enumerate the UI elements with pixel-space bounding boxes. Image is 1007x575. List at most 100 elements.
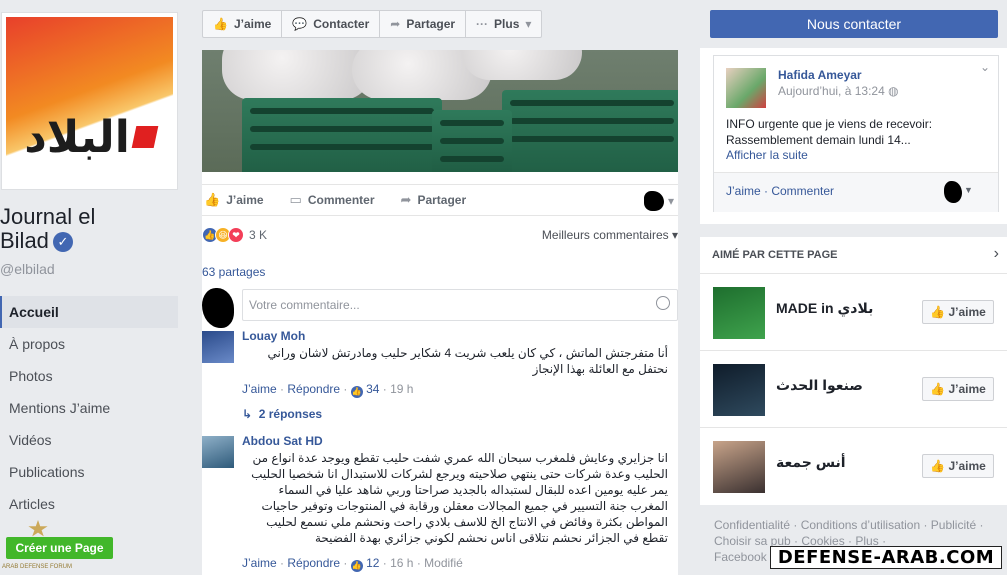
post-share-button[interactable]: ➦ Partager <box>401 192 467 208</box>
comment-meta: J’aime · Répondre · 👍 12 · 16 h · Modifi… <box>242 556 463 572</box>
comment-input[interactable]: Votre commentaire... <box>242 289 678 321</box>
avatar[interactable] <box>202 331 234 363</box>
like-count-icon: 👍 <box>350 559 363 572</box>
comment-time: 16 h <box>390 556 414 570</box>
left-column: البلاد Journal el Bilad ✓ @elbilad Accuei… <box>0 0 190 575</box>
comment-author[interactable]: Abdou Sat HD <box>242 434 323 448</box>
avatar[interactable] <box>726 68 766 108</box>
main-column: 👍 J’aime 💬 Contacter ➦ Partager ··· Plus… <box>190 0 690 575</box>
comment-like-count[interactable]: 12 <box>366 556 379 570</box>
nous-contacter-button[interactable]: Nous contacter <box>710 10 998 38</box>
post-action-bar: 👍 J’aime ▭ Commenter ➦ Partager ▾ <box>202 184 678 216</box>
sort-comments-dropdown[interactable]: Meilleurs commentaires ▾ <box>542 228 678 242</box>
visitor-post-author[interactable]: Hafida Ameyar <box>778 68 862 82</box>
nav-item-a-propos[interactable]: À propos <box>0 328 178 360</box>
create-page-button[interactable]: Créer une Page <box>6 537 113 559</box>
comment-item: Abdou Sat HD انا جزايري وعايش فلمغرب سبح… <box>202 434 678 575</box>
thumbs-up-icon: 👍 <box>930 382 946 396</box>
love-reaction-icon: ❤ <box>228 227 244 243</box>
post-image[interactable] <box>202 50 678 172</box>
visitor-post-text: INFO urgente que je viens de recevoir: R… <box>726 117 933 147</box>
page-handle: @elbilad <box>0 261 55 277</box>
page-nav: Accueil À propos Photos Mentions J’aime … <box>0 296 178 520</box>
comment-like-link[interactable]: J’aime <box>242 556 277 570</box>
verified-badge-icon: ✓ <box>52 232 73 252</box>
liked-page-name[interactable]: MADE in بلادي <box>776 300 873 317</box>
shares-link[interactable]: 63 partages <box>202 265 265 279</box>
profile-picture[interactable]: البلاد <box>1 12 178 190</box>
page-thumbnail[interactable] <box>713 364 765 416</box>
like-page-button[interactable]: 👍 J’aime <box>922 377 994 401</box>
comment-reply-link[interactable]: Répondre <box>287 556 340 570</box>
nav-item-mentions[interactable]: Mentions J’aime <box>0 392 178 424</box>
post-card: 👍 J’aime ▭ Commenter ➦ Partager ▾ 👍 😆 ❤ … <box>202 50 678 575</box>
right-column: Nous contacter Hafida Ameyar Aujourd’hui… <box>700 0 1007 575</box>
redacted-avatar <box>202 288 234 328</box>
forum-watermark-text: ARAB DEFENSE FORUM <box>2 564 73 570</box>
messenger-icon: 💬 <box>292 17 308 31</box>
thumbs-up-icon: 👍 <box>213 17 228 31</box>
chevron-right-icon[interactable]: › <box>994 245 999 263</box>
liked-page-name[interactable]: أنس جمعة <box>776 454 846 471</box>
visitor-post-card: Hafida Ameyar Aujourd’hui, à 13:24 ◍ ⌄ I… <box>700 48 1007 224</box>
page-action-bar: 👍 J’aime 💬 Contacter ➦ Partager ··· Plus… <box>202 10 543 38</box>
caret-down-icon: ▾ <box>667 194 674 208</box>
nav-item-photos[interactable]: Photos <box>0 360 178 392</box>
post-as-selector[interactable]: ▾ <box>643 191 674 211</box>
logo-mark-icon <box>131 126 159 148</box>
like-count-icon: 👍 <box>350 385 363 398</box>
comment-text: أنا متفرجتش الماتش ، كي كان يلعب شريت 4 … <box>267 346 668 376</box>
show-more-link[interactable]: Afficher la suite <box>726 148 808 162</box>
thumbs-up-icon: 👍 <box>930 459 946 473</box>
comment-edited-label[interactable]: Modifié <box>424 556 463 570</box>
liked-pages-card: AIMÉ PAR CETTE PAGE › MADE in بلادي 👍 J’… <box>700 237 1007 505</box>
nav-item-videos[interactable]: Vidéos <box>0 424 178 456</box>
view-replies-link[interactable]: ↳ 2 réponses <box>242 407 322 421</box>
share-arrow-icon: ➦ <box>390 17 401 31</box>
caret-down-icon: ▾ <box>525 17 532 31</box>
visitor-post-footer: J’aime · Commenter ▼ <box>714 172 998 212</box>
comment-author[interactable]: Louay Moh <box>242 329 305 343</box>
comment-like-count[interactable]: 34 <box>366 382 379 396</box>
redacted-avatar <box>944 181 962 203</box>
comment-icon: ▭ <box>289 192 302 207</box>
site-watermark: DEFENSE-ARAB.COM <box>770 546 1002 569</box>
thumbs-up-icon: 👍 <box>930 305 946 319</box>
visitor-post: Hafida Ameyar Aujourd’hui, à 13:24 ◍ ⌄ I… <box>713 55 999 212</box>
post-like-button[interactable]: 👍 J’aime <box>204 192 264 208</box>
nav-item-accueil[interactable]: Accueil <box>0 296 178 328</box>
nav-item-publications[interactable]: Publications <box>0 456 178 488</box>
page-like-button[interactable]: 👍 J’aime <box>203 11 283 37</box>
chevron-down-icon[interactable]: ⌄ <box>980 60 990 74</box>
thumbs-up-icon: 👍 <box>204 192 221 207</box>
like-page-button[interactable]: 👍 J’aime <box>922 300 994 324</box>
page-thumbnail[interactable] <box>713 441 765 493</box>
liked-page-item: MADE in بلادي 👍 J’aime <box>700 273 1007 350</box>
footer-policy-links[interactable]: Confidentialité · Conditions d’utilisati… <box>714 517 1004 549</box>
logo-text: البلاد <box>24 111 132 163</box>
ellipsis-icon: ··· <box>476 17 489 31</box>
comment-composer: Votre commentaire... <box>202 288 678 328</box>
more-button[interactable]: ··· Plus ▾ <box>466 11 541 37</box>
comment-like-link[interactable]: J’aime <box>242 382 277 396</box>
post-comment-button[interactable]: ▭ Commenter <box>290 192 375 208</box>
reactions-summary[interactable]: 👍 😆 ❤ 3 K Meilleurs commentaires ▾ <box>202 226 678 244</box>
visitor-post-actions[interactable]: J’aime · Commenter <box>726 184 834 198</box>
star-icon <box>28 520 48 537</box>
caret-down-icon[interactable]: ▼ <box>964 185 973 195</box>
avatar[interactable] <box>202 436 234 468</box>
liked-pages-header: AIMÉ PAR CETTE PAGE <box>712 249 838 261</box>
liked-page-item: صنعوا الحدث 👍 J’aime <box>700 350 1007 427</box>
profile-logo-image: البلاد <box>6 17 173 185</box>
emoji-icon[interactable] <box>656 296 670 310</box>
like-page-button[interactable]: 👍 J’aime <box>922 454 994 478</box>
share-arrow-icon: ➦ <box>400 192 412 207</box>
page-share-button[interactable]: ➦ Partager <box>380 11 467 37</box>
comment-time: 19 h <box>390 382 414 396</box>
page-thumbnail[interactable] <box>713 287 765 339</box>
liked-page-name[interactable]: صنعوا الحدث <box>776 377 863 394</box>
visitor-post-time[interactable]: Aujourd’hui, à 13:24 ◍ <box>778 84 899 98</box>
comment-reply-link[interactable]: Répondre <box>287 382 340 396</box>
page-title[interactable]: Journal el Bilad ✓ <box>0 205 95 253</box>
contact-button[interactable]: 💬 Contacter <box>282 11 381 37</box>
